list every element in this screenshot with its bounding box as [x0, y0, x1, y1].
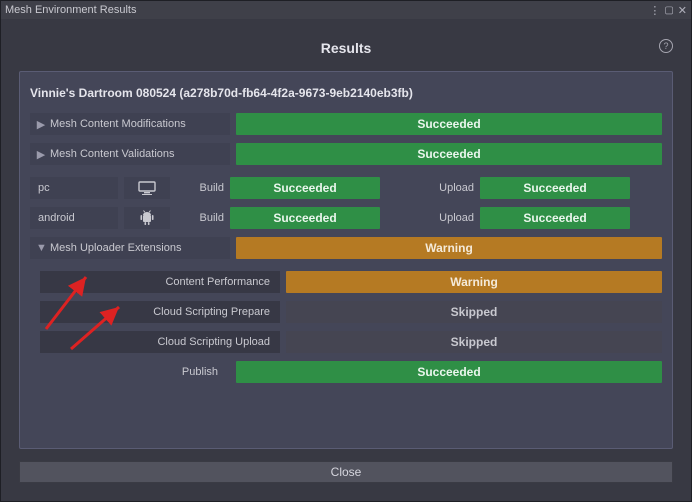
titlebar: Mesh Environment Results ⋮ ▢ ✕	[1, 1, 691, 19]
project-id: (a278b70d-fb64-4f2a-9673-9eb2140eb3fb)	[179, 86, 412, 100]
results-panel: Vinnie's Dartroom 080524 (a278b70d-fb64-…	[19, 71, 673, 449]
build-label: Build	[170, 182, 230, 194]
foldout-extensions[interactable]: ▼ Mesh Uploader Extensions	[30, 237, 230, 259]
status-pc-upload: Succeeded	[480, 177, 630, 199]
row-content-validations: ▶ Mesh Content Validations Succeeded	[30, 142, 662, 166]
row-platform-pc: pc Build Succeeded Upload Succeeded	[30, 176, 662, 200]
content-mods-label: Mesh Content Modifications	[50, 118, 186, 130]
desktop-icon	[124, 177, 170, 199]
window-title: Mesh Environment Results	[5, 4, 136, 16]
maximize-icon[interactable]: ▢	[664, 5, 673, 16]
platform-android-label: android	[30, 207, 118, 229]
row-platform-android: android Build Succeeded Upload Succeeded	[30, 206, 662, 230]
status-script-prepare: Skipped	[286, 301, 662, 323]
upload-label: Upload	[420, 212, 480, 224]
mesh-results-window: Mesh Environment Results ⋮ ▢ ✕ Results ?…	[0, 0, 692, 502]
status-publish: Succeeded	[236, 361, 662, 383]
publish-label: Publish	[30, 366, 230, 378]
page-title: Results	[321, 40, 372, 56]
upload-label: Upload	[420, 182, 480, 194]
chevron-right-icon: ▶	[36, 148, 46, 161]
status-android-upload: Succeeded	[480, 207, 630, 229]
content-performance-label: Content Performance	[40, 271, 280, 293]
platform-pc-label: pc	[30, 177, 118, 199]
row-script-prepare: Cloud Scripting Prepare Skipped	[30, 300, 662, 324]
window-controls: ⋮ ▢ ✕	[649, 4, 687, 17]
results-header: Results ?	[19, 37, 673, 59]
row-uploader-extensions: ▼ Mesh Uploader Extensions Warning	[30, 236, 662, 260]
close-button[interactable]: Close	[19, 461, 673, 483]
status-content-vals: Succeeded	[236, 143, 662, 165]
row-content-modifications: ▶ Mesh Content Modifications Succeeded	[30, 112, 662, 136]
status-pc-build: Succeeded	[230, 177, 380, 199]
status-content-mods: Succeeded	[236, 113, 662, 135]
content-vals-label: Mesh Content Validations	[50, 148, 175, 160]
foldout-content-vals[interactable]: ▶ Mesh Content Validations	[30, 143, 230, 165]
project-name: Vinnie's Dartroom 080524	[30, 86, 176, 100]
foldout-content-mods[interactable]: ▶ Mesh Content Modifications	[30, 113, 230, 135]
help-icon[interactable]: ?	[659, 39, 673, 53]
build-label: Build	[170, 212, 230, 224]
kebab-icon[interactable]: ⋮	[649, 4, 660, 17]
close-icon[interactable]: ✕	[678, 4, 687, 17]
row-content-performance: Content Performance Warning	[30, 270, 662, 294]
status-content-performance: Warning	[286, 271, 662, 293]
status-android-build: Succeeded	[230, 207, 380, 229]
extensions-label: Mesh Uploader Extensions	[50, 242, 181, 254]
android-icon	[124, 207, 170, 229]
script-upload-label: Cloud Scripting Upload	[40, 331, 280, 353]
status-script-upload: Skipped	[286, 331, 662, 353]
row-script-upload: Cloud Scripting Upload Skipped	[30, 330, 662, 354]
window-body: Results ? Vinnie's Dartroom 080524 (a278…	[1, 19, 691, 501]
row-publish: Publish Succeeded	[30, 360, 662, 384]
project-title: Vinnie's Dartroom 080524 (a278b70d-fb64-…	[30, 80, 662, 112]
status-extensions: Warning	[236, 237, 662, 259]
script-prepare-label: Cloud Scripting Prepare	[40, 301, 280, 323]
chevron-right-icon: ▶	[36, 118, 46, 131]
chevron-down-icon: ▼	[36, 242, 46, 254]
